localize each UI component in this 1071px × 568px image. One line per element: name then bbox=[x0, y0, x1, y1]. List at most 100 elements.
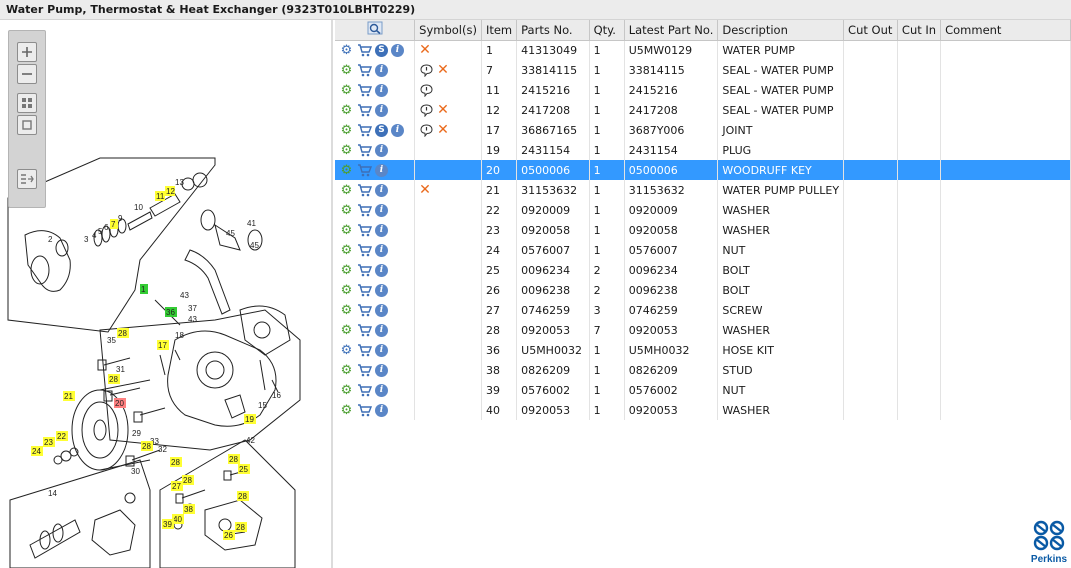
gear-icon[interactable]: ⚙ bbox=[339, 123, 354, 138]
label-21[interactable]: 21 bbox=[64, 392, 73, 401]
gear-icon[interactable]: ⚙ bbox=[339, 243, 354, 258]
table-row[interactable]: ⚙ Si ✕ 17 36867165 1 3687Y006 JOINT bbox=[335, 120, 1071, 140]
column-header-cut-out[interactable]: Cut Out bbox=[843, 20, 898, 41]
gear-icon[interactable]: ⚙ bbox=[339, 203, 354, 218]
info-icon[interactable]: i bbox=[391, 43, 404, 57]
gear-icon[interactable]: ⚙ bbox=[339, 103, 354, 118]
table-row[interactable]: ⚙ i 25 0096234 2 0096234 BOLT bbox=[335, 260, 1071, 280]
not-serviced-icon[interactable]: ✕ bbox=[419, 43, 431, 57]
label-28f[interactable]: 28 bbox=[183, 476, 192, 485]
label-28c[interactable]: 28 bbox=[142, 442, 151, 451]
label-28e[interactable]: 25 bbox=[239, 465, 248, 474]
label-20[interactable]: 20 bbox=[115, 399, 124, 408]
info-icon[interactable]: i bbox=[375, 103, 388, 117]
label-28d[interactable]: 28 bbox=[171, 458, 180, 467]
info-icon[interactable]: i bbox=[375, 283, 388, 297]
gear-icon[interactable]: ⚙ bbox=[339, 323, 354, 338]
info-icon[interactable]: i bbox=[375, 363, 388, 377]
label-24[interactable]: 24 bbox=[32, 447, 41, 456]
not-serviced-icon[interactable]: ✕ bbox=[437, 123, 449, 137]
column-header-qty[interactable]: Qty. bbox=[589, 20, 625, 41]
label-36[interactable]: 36 bbox=[166, 308, 175, 317]
fit-page-icon[interactable] bbox=[17, 93, 37, 113]
table-row[interactable]: ⚙ i ✕ 7 33814115 1 33814115 SEAL - WATER PUMP bbox=[335, 60, 1071, 80]
info-icon[interactable]: i bbox=[375, 183, 388, 197]
label-19[interactable]: 19 bbox=[245, 415, 254, 424]
table-row[interactable]: ⚙ Si ✕ 1 41313049 1 U5MW0129 WATER PUMP bbox=[335, 40, 1071, 60]
table-row[interactable]: ⚙ i 27 0746259 3 0746259 SCREW bbox=[335, 300, 1071, 320]
label-28g[interactable]: 28 bbox=[238, 492, 247, 501]
column-header-comment[interactable]: Comment bbox=[940, 20, 1071, 41]
info-icon[interactable]: i bbox=[375, 223, 388, 237]
add-to-cart-icon[interactable] bbox=[357, 63, 372, 78]
column-header-latest-part-no[interactable]: Latest Part No. bbox=[624, 20, 719, 41]
info-icon[interactable]: i bbox=[375, 303, 388, 317]
add-to-cart-icon[interactable] bbox=[357, 123, 372, 138]
info-icon[interactable]: i bbox=[375, 243, 388, 257]
gear-icon[interactable]: ⚙ bbox=[339, 263, 354, 278]
gear-icon[interactable]: ⚙ bbox=[339, 223, 354, 238]
table-row[interactable]: ⚙ i 11 2415216 1 2415216 SEAL - WATER PUMP bbox=[335, 80, 1071, 100]
table-row[interactable]: ⚙ i 28 0920053 7 0920053 WASHER bbox=[335, 320, 1071, 340]
table-row[interactable]: ⚙ i ✕ 12 2417208 1 2417208 SEAL - WATER PUMP bbox=[335, 100, 1071, 120]
add-to-cart-icon[interactable] bbox=[357, 103, 372, 118]
diagram-panel[interactable]: 11 12 13 7 2 3 4 5 6 9 10 41 45 45 1 43 … bbox=[0, 20, 333, 568]
kit-components-icon[interactable]: ⚙ bbox=[339, 343, 354, 358]
label-17[interactable]: 17 bbox=[158, 341, 167, 350]
info-icon[interactable]: i bbox=[375, 143, 388, 157]
table-row[interactable]: ⚙ i ✕ 21 31153632 1 31153632 WATER PUMP PULLEY bbox=[335, 180, 1071, 200]
info-icon[interactable]: i bbox=[391, 123, 404, 137]
gear-icon[interactable]: ⚙ bbox=[339, 303, 354, 318]
table-row[interactable]: ⚙ i 22 0920009 1 0920009 WASHER bbox=[335, 200, 1071, 220]
info-icon[interactable]: i bbox=[375, 163, 388, 177]
gear-icon[interactable]: ⚙ bbox=[339, 163, 354, 178]
add-to-cart-icon[interactable] bbox=[357, 303, 372, 318]
gear-icon[interactable]: ⚙ bbox=[339, 403, 354, 418]
info-icon[interactable]: i bbox=[375, 383, 388, 397]
actual-size-icon[interactable] bbox=[17, 115, 37, 135]
gear-icon[interactable]: ⚙ bbox=[339, 383, 354, 398]
column-header-cut-in[interactable]: Cut In bbox=[897, 20, 942, 41]
label-27[interactable]: 27 bbox=[172, 482, 181, 491]
label-22[interactable]: 22 bbox=[57, 432, 66, 441]
column-header-symbols[interactable]: Symbol(s) bbox=[414, 20, 482, 41]
info-icon[interactable]: i bbox=[375, 403, 388, 417]
supersession-icon[interactable]: S bbox=[375, 123, 388, 137]
add-to-cart-icon[interactable] bbox=[357, 243, 372, 258]
label-39[interactable]: 39 bbox=[163, 520, 172, 529]
label-12[interactable]: 12 bbox=[166, 187, 175, 196]
add-to-cart-icon[interactable] bbox=[357, 43, 372, 58]
add-to-cart-icon[interactable] bbox=[357, 263, 372, 278]
label-38[interactable]: 38 bbox=[184, 505, 193, 514]
info-icon[interactable]: i bbox=[375, 323, 388, 337]
label-7[interactable]: 7 bbox=[111, 220, 116, 229]
info-icon[interactable]: i bbox=[375, 63, 388, 77]
add-to-cart-icon[interactable] bbox=[357, 383, 372, 398]
label-28h[interactable]: 28 bbox=[236, 523, 245, 532]
list-view-icon[interactable] bbox=[17, 169, 37, 189]
add-to-cart-icon[interactable] bbox=[357, 183, 372, 198]
label-28a[interactable]: 28 bbox=[118, 329, 127, 338]
label-11[interactable]: 11 bbox=[156, 192, 165, 201]
gear-icon[interactable]: ⚙ bbox=[339, 183, 354, 198]
table-row[interactable]: ⚙ i 40 0920053 1 0920053 WASHER bbox=[335, 400, 1071, 420]
zoom-out-icon[interactable] bbox=[17, 64, 37, 84]
info-icon[interactable]: i bbox=[375, 263, 388, 277]
gear-icon[interactable]: ⚙ bbox=[339, 63, 354, 78]
kit-components-icon[interactable]: ⚙ bbox=[339, 43, 354, 58]
search-parts-icon[interactable] bbox=[367, 21, 383, 35]
table-row[interactable]: ⚙ i 19 2431154 1 2431154 PLUG bbox=[335, 140, 1071, 160]
add-to-cart-icon[interactable] bbox=[357, 283, 372, 298]
add-to-cart-icon[interactable] bbox=[357, 323, 372, 338]
gear-icon[interactable]: ⚙ bbox=[339, 83, 354, 98]
add-to-cart-icon[interactable] bbox=[357, 83, 372, 98]
label-1[interactable]: 1 bbox=[141, 285, 146, 294]
note-bubble-icon[interactable] bbox=[419, 63, 434, 78]
zoom-in-icon[interactable] bbox=[17, 42, 37, 62]
label-28b[interactable]: 28 bbox=[109, 375, 118, 384]
table-row[interactable]: ⚙ i 24 0576007 1 0576007 NUT bbox=[335, 240, 1071, 260]
info-icon[interactable]: i bbox=[375, 203, 388, 217]
supersession-icon[interactable]: S bbox=[375, 43, 388, 57]
gear-icon[interactable]: ⚙ bbox=[339, 143, 354, 158]
label-25[interactable]: 28 bbox=[229, 455, 238, 464]
